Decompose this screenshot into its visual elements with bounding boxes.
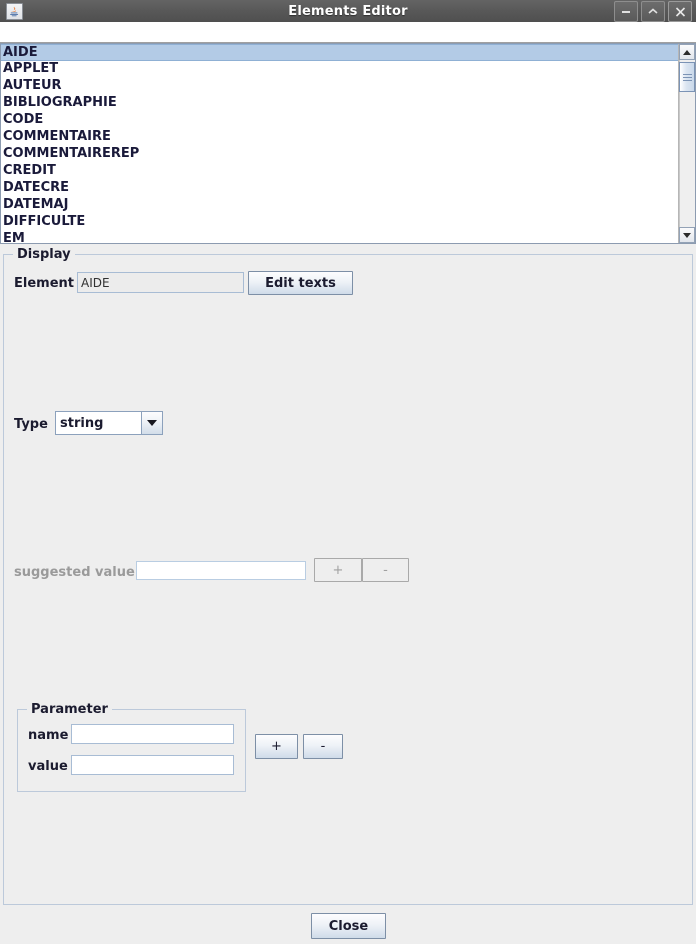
list-item[interactable]: CODE [1,112,679,129]
display-panel-title: Display [13,247,75,262]
type-combobox[interactable]: string [55,411,163,435]
list-item[interactable]: COMMENTAIRE [1,129,679,146]
list-item[interactable]: DIFFICULTE [1,214,679,231]
grip-line [682,76,692,78]
parameter-add-button[interactable]: + [255,734,298,759]
parameter-value-label: value [28,759,68,774]
list-vertical-scrollbar[interactable] [678,44,695,243]
suggested-value-remove-button: - [362,558,409,582]
title-bar: Elements Editor [0,0,696,22]
list-item[interactable]: BIBLIOGRAPHIE [1,95,679,112]
scroll-down-arrow-icon[interactable] [679,227,695,243]
parameter-name-label: name [28,728,69,743]
list-item[interactable]: CREDIT [1,163,679,180]
window-controls [614,1,692,22]
grip-line [682,79,692,81]
element-list[interactable]: AIDE APPLET AUTEUR BIBLIOGRAPHIE CODE CO… [1,44,679,243]
chevron-down-icon[interactable] [141,412,162,434]
list-item[interactable]: AUTEUR [1,78,679,95]
java-coffee-cup-icon [6,3,23,20]
list-item[interactable]: EM [1,231,679,243]
scrollbar-thumb[interactable] [679,62,695,92]
display-panel: Display Element Edit texts Type string s… [3,247,693,905]
list-item[interactable]: DATECRE [1,180,679,197]
element-label: Element [14,276,74,291]
parameter-remove-button[interactable]: - [303,734,343,759]
list-item[interactable]: DATEMAJ [1,197,679,214]
suggested-value-field[interactable] [136,561,306,580]
window-title: Elements Editor [288,3,408,19]
parameter-value-field[interactable] [71,755,234,775]
close-window-button[interactable] [668,1,692,22]
list-item[interactable]: AIDE [1,44,679,61]
list-item[interactable]: COMMENTAIREREP [1,146,679,163]
element-list-panel: AIDE APPLET AUTEUR BIBLIOGRAPHIE CODE CO… [0,43,696,244]
parameter-panel-title: Parameter [27,702,112,717]
close-button[interactable]: Close [311,913,386,939]
maximize-button[interactable] [641,1,665,22]
list-item[interactable]: APPLET [1,61,679,78]
menu-bar [0,22,696,43]
edit-texts-button[interactable]: Edit texts [248,271,353,295]
parameter-name-field[interactable] [71,724,234,744]
type-label: Type [14,417,48,432]
minimize-button[interactable] [614,1,638,22]
scroll-up-arrow-icon[interactable] [679,44,695,60]
type-combobox-value: string [56,412,141,434]
element-field[interactable] [77,272,244,293]
suggested-value-label: suggested value [14,565,135,580]
parameter-panel: Parameter name value [17,702,246,792]
elements-editor-window: Elements Editor AIDE APPLET AUTEUR BIBLI… [0,0,696,944]
suggested-value-add-button: + [314,558,362,582]
grip-line [682,73,692,75]
